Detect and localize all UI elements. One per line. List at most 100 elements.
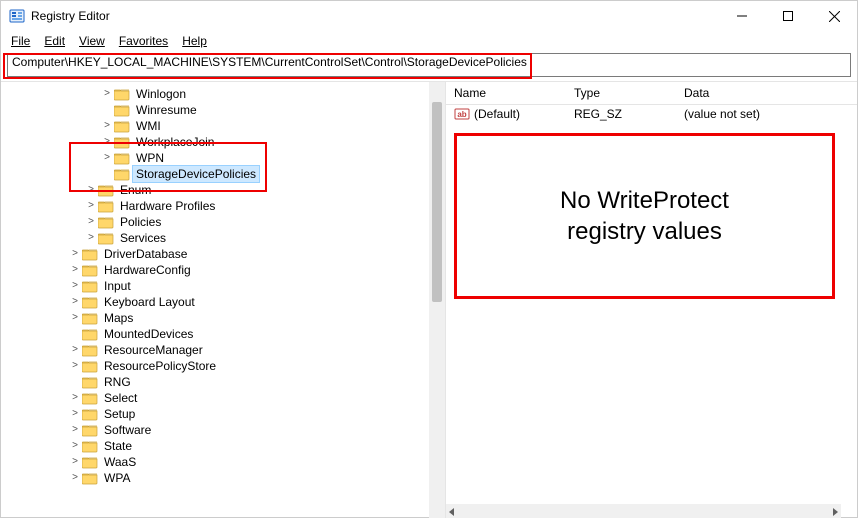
scrollbar-thumb[interactable] (432, 102, 442, 302)
tree-item-label: Winlogon (133, 86, 189, 102)
scroll-right-icon[interactable] (831, 508, 839, 516)
tree-item[interactable]: >WaaS (5, 454, 445, 470)
value-row[interactable]: ab (Default) REG_SZ (value not set) (446, 105, 857, 123)
tree-item[interactable]: > ResourceManager (5, 342, 445, 358)
titlebar: Registry Editor (1, 1, 857, 31)
address-bar[interactable]: Computer\HKEY_LOCAL_MACHINE\SYSTEM\Curre… (7, 53, 851, 77)
expand-chevron-icon[interactable]: > (69, 470, 81, 486)
expand-chevron-icon[interactable]: > (69, 246, 81, 262)
tree-item[interactable]: >Select (5, 390, 445, 406)
tree-item[interactable]: > Hardware Profiles (5, 198, 445, 214)
expand-chevron-icon[interactable]: > (101, 150, 113, 166)
tree-item[interactable]: >WPA (5, 470, 445, 486)
tree-item-label: Input (101, 278, 134, 294)
tree-pane[interactable]: >WinlogonWinresume>WMI>WorkplaceJoin>WPN… (1, 82, 446, 518)
tree-item[interactable]: > WMI (5, 118, 445, 134)
folder-icon (82, 391, 98, 405)
value-type: REG_SZ (574, 107, 684, 121)
column-headers[interactable]: Name Type Data (446, 82, 857, 105)
tree-item-label: ResourcePolicyStore (101, 358, 219, 374)
expand-chevron-icon[interactable]: > (69, 422, 81, 438)
expand-chevron-icon[interactable]: > (69, 262, 81, 278)
tree-item[interactable]: RNG (5, 374, 445, 390)
menu-favorites[interactable]: Favorites (115, 33, 176, 49)
scroll-left-icon[interactable] (448, 508, 456, 516)
tree-item-label: Policies (117, 214, 164, 230)
expand-chevron-icon[interactable]: > (85, 214, 97, 230)
col-type[interactable]: Type (574, 86, 684, 100)
folder-icon (98, 199, 114, 213)
expand-chevron-icon[interactable]: > (69, 310, 81, 326)
tree-item[interactable]: >Software (5, 422, 445, 438)
window-buttons (719, 1, 857, 31)
tree-item-label: RNG (101, 374, 134, 390)
tree-item[interactable]: Winresume (5, 102, 445, 118)
tree-item[interactable]: > WPN (5, 150, 445, 166)
expand-chevron-icon[interactable]: > (85, 182, 97, 198)
tree-item[interactable]: MountedDevices (5, 326, 445, 342)
tree-item[interactable]: >State (5, 438, 445, 454)
tree-item-label: WMI (133, 118, 164, 134)
maximize-button[interactable] (765, 1, 811, 31)
tree-item[interactable]: > Input (5, 278, 445, 294)
col-data[interactable]: Data (684, 86, 709, 100)
expand-chevron-icon[interactable]: > (101, 118, 113, 134)
tree-item[interactable]: >HardwareConfig (5, 262, 445, 278)
close-button[interactable] (811, 1, 857, 31)
expand-chevron-icon[interactable]: > (69, 294, 81, 310)
expand-chevron-icon[interactable]: > (69, 406, 81, 422)
horizontal-scrollbar[interactable] (446, 504, 841, 518)
value-data: (value not set) (684, 107, 760, 121)
expand-chevron-icon[interactable]: > (69, 342, 81, 358)
tree-item-label: Keyboard Layout (101, 294, 198, 310)
tree-item[interactable]: > ResourcePolicyStore (5, 358, 445, 374)
tree-item[interactable]: >Setup (5, 406, 445, 422)
values-list[interactable]: ab (Default) REG_SZ (value not set) No W… (446, 105, 857, 518)
tree-item[interactable]: StorageDevicePolicies (5, 166, 445, 182)
registry-editor-window: Registry Editor File Edit View Favorites… (0, 0, 858, 518)
folder-icon (82, 343, 98, 357)
tree-item-label: Hardware Profiles (117, 198, 218, 214)
tree-item[interactable]: >Maps (5, 310, 445, 326)
menu-help[interactable]: Help (178, 33, 215, 49)
tree-item[interactable]: >Enum (5, 182, 445, 198)
folder-icon (114, 151, 130, 165)
folder-icon (82, 375, 98, 389)
tree-item-label: Services (117, 230, 169, 246)
tree-item-label: ResourceManager (101, 342, 206, 358)
tree-item[interactable]: > Winlogon (5, 86, 445, 102)
window-title: Registry Editor (31, 9, 110, 23)
expand-chevron-icon[interactable]: > (69, 390, 81, 406)
folder-icon (98, 183, 114, 197)
string-value-icon: ab (454, 106, 470, 122)
tree-item[interactable]: >DriverDatabase (5, 246, 445, 262)
tree-item[interactable]: > Keyboard Layout (5, 294, 445, 310)
value-name: (Default) (474, 107, 574, 121)
expand-chevron-icon[interactable]: > (85, 230, 97, 246)
folder-icon (82, 279, 98, 293)
folder-icon (114, 87, 130, 101)
expand-chevron-icon[interactable]: > (101, 134, 113, 150)
col-name[interactable]: Name (454, 86, 574, 100)
tree-scrollbar[interactable] (429, 82, 445, 518)
folder-icon (98, 215, 114, 229)
values-pane: Name Type Data ab (Default) REG_SZ (valu… (446, 82, 857, 518)
tree-item[interactable]: > Services (5, 230, 445, 246)
expand-chevron-icon[interactable]: > (69, 358, 81, 374)
expand-chevron-icon[interactable]: > (69, 438, 81, 454)
menu-edit[interactable]: Edit (40, 33, 73, 49)
expand-chevron-icon[interactable]: > (69, 454, 81, 470)
menu-view[interactable]: View (75, 33, 113, 49)
expand-chevron-icon[interactable]: > (101, 86, 113, 102)
tree-item[interactable]: >WorkplaceJoin (5, 134, 445, 150)
minimize-button[interactable] (719, 1, 765, 31)
tree-item-label: WPN (133, 150, 167, 166)
tree-item[interactable]: > Policies (5, 214, 445, 230)
menu-file[interactable]: File (7, 33, 38, 49)
folder-icon (82, 407, 98, 421)
folder-icon (114, 103, 130, 117)
expand-chevron-icon[interactable]: > (85, 198, 97, 214)
folder-icon (114, 135, 130, 149)
expand-chevron-icon[interactable]: > (69, 278, 81, 294)
annotation-callout: No WriteProtectregistry values (454, 133, 835, 299)
